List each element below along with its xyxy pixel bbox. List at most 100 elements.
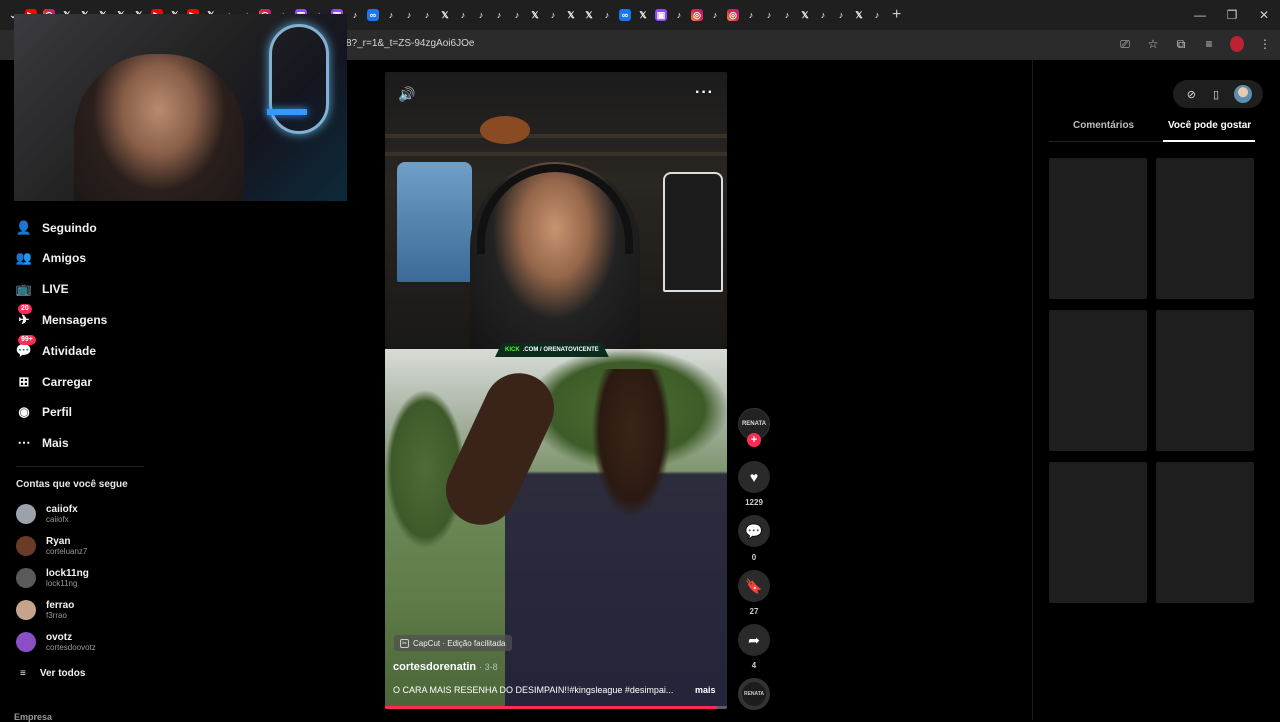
browser-tab[interactable]: ♪ [346, 5, 364, 25]
save-button[interactable]: 🔖 [738, 570, 770, 602]
bookmark-star-icon[interactable]: ☆ [1146, 36, 1160, 52]
browser-tab[interactable]: 𝕏 [634, 5, 652, 25]
sidebar-item-amigos[interactable]: 👥 Amigos [16, 248, 86, 268]
browser-tab[interactable]: ♪ [742, 5, 760, 25]
extensions-icon[interactable]: ⧉ [1174, 36, 1188, 52]
browser-tab[interactable]: 𝕏 [796, 5, 814, 25]
browser-tab[interactable]: ♪ [472, 5, 490, 25]
browser-tab[interactable]: 𝕏 [580, 5, 598, 25]
followed-account[interactable]: Ryan corteluanz7 [16, 533, 87, 559]
friends-icon: 👥 [15, 250, 33, 265]
browser-tab[interactable]: ▣ [652, 5, 670, 25]
video-author[interactable]: cortesdorenatin · 3-8 [393, 661, 498, 673]
browser-tab[interactable]: ♪ [454, 5, 472, 25]
suggested-video-thumbnail[interactable] [1049, 462, 1147, 603]
sidebar-item-seguindo[interactable]: 👤 Seguindo [16, 218, 97, 238]
browser-tab[interactable]: 𝕏 [436, 5, 454, 25]
sidebar-item-live[interactable]: 📺 LIVE [16, 279, 69, 299]
upload-icon: ⊞ [18, 374, 30, 389]
share-count: 4 [751, 661, 757, 670]
sidebar-item-mensagens[interactable]: ✈ 20 Mensagens [16, 304, 107, 330]
avatar [16, 536, 36, 556]
capcut-badge[interactable]: ✂ CapCut · Edição facilitada [394, 635, 512, 651]
right-panel-tabs: Comentários Você pode gostar [1049, 120, 1255, 142]
media-control-icon[interactable]: ≡ [1202, 36, 1216, 52]
webcam-overlay [14, 14, 347, 201]
new-tab-button[interactable]: + [892, 6, 901, 24]
sidebar-item-label: Carregar [42, 375, 93, 389]
browser-tab[interactable]: ◎ [724, 5, 742, 25]
browser-tab[interactable]: ♪ [382, 5, 400, 25]
comment-button[interactable]: 💬 [738, 515, 770, 547]
more-options-icon[interactable]: ··· [695, 84, 714, 102]
url-text[interactable]: 8?_r=1&_t=ZS-94zgAoi6JOe [346, 38, 474, 49]
browser-tab[interactable]: ♪ [490, 5, 508, 25]
browser-tab[interactable]: 𝕏 [850, 5, 868, 25]
restore-button[interactable]: ❐ [1216, 0, 1248, 30]
followed-account[interactable]: ferrao f3rrao [16, 597, 74, 623]
browser-tab[interactable]: ♪ [868, 5, 886, 25]
music-disc[interactable]: RENATA [738, 678, 770, 710]
browser-tab[interactable]: 𝕏 [526, 5, 544, 25]
browser-tab[interactable]: 𝕏 [562, 5, 580, 25]
account-name: ferrao [46, 599, 75, 611]
tab-comments[interactable]: Comentários [1073, 120, 1134, 131]
list-icon: ≡ [20, 668, 26, 679]
browser-tab[interactable]: ♪ [814, 5, 832, 25]
suggested-video-thumbnail[interactable] [1156, 310, 1254, 451]
profile-icon: ◉ [18, 404, 30, 419]
browser-tab[interactable]: ♪ [670, 5, 688, 25]
browser-menu-icon[interactable]: ⋮ [1258, 36, 1272, 52]
suggested-video-thumbnail[interactable] [1049, 310, 1147, 451]
followed-account[interactable]: caiiofx caiiofx [16, 501, 78, 527]
share-button[interactable]: ➦ [738, 624, 770, 656]
cast-icon[interactable]: ⎚ [1118, 36, 1132, 52]
sidebar-item-mais[interactable]: ⋯ Mais [16, 433, 69, 453]
browser-tab[interactable]: ♪ [778, 5, 796, 25]
suggested-video-thumbnail[interactable] [1156, 462, 1254, 603]
close-window-button[interactable]: ✕ [1248, 0, 1280, 30]
follow-button[interactable]: + [747, 433, 761, 447]
browser-tab[interactable]: ♪ [760, 5, 778, 25]
followed-account[interactable]: ovotz cortesdoovotz [16, 629, 96, 655]
post-date: · 3-8 [479, 662, 498, 672]
see-all-link[interactable]: ≡ Ver todos [20, 668, 85, 679]
x-icon: 𝕏 [639, 9, 647, 20]
suggested-video-thumbnail[interactable] [1049, 158, 1147, 299]
sidebar-item-perfil[interactable]: ◉ Perfil [16, 402, 72, 422]
browser-tab[interactable]: ♪ [400, 5, 418, 25]
browser-tab[interactable]: ♪ [508, 5, 526, 25]
sidebar-item-label: Seguindo [42, 221, 97, 235]
followed-account[interactable]: lock11ng lock11ng [16, 565, 89, 591]
activity-icon: 💬 99+ [16, 335, 36, 359]
sidebar-item-carregar[interactable]: ⊞ Carregar [16, 372, 92, 392]
browser-tab[interactable]: ♪ [598, 5, 616, 25]
explore-icon[interactable]: ⊘ [1184, 87, 1198, 101]
browser-tab[interactable]: ♪ [544, 5, 562, 25]
capcut-icon: ✂ [400, 638, 409, 648]
phone-icon[interactable]: ▯ [1209, 87, 1223, 101]
video-progress-bar[interactable] [385, 706, 727, 709]
footer-company-link[interactable]: Empresa [14, 712, 52, 722]
browser-tab[interactable]: ♪ [706, 5, 724, 25]
browser-profile-avatar[interactable] [1230, 36, 1244, 52]
user-avatar[interactable] [1233, 85, 1252, 103]
browser-tab[interactable]: ♪ [832, 5, 850, 25]
sidebar-item-atividade[interactable]: 💬 99+ Atividade [16, 335, 96, 361]
browser-tab[interactable]: ∞ [616, 5, 634, 25]
like-count: 1229 [745, 498, 763, 507]
video-player[interactable]: KICK .COM / ORENATOVICENTE 🔊 ··· ✂ CapCut… [385, 72, 727, 709]
browser-tab[interactable]: ◎ [688, 5, 706, 25]
browser-tab[interactable]: ♪ [418, 5, 436, 25]
suggested-video-thumbnail[interactable] [1156, 158, 1254, 299]
browser-tab[interactable]: ∞ [364, 5, 382, 25]
caption-more-button[interactable]: mais [695, 685, 716, 695]
tab-suggested[interactable]: Você pode gostar [1168, 120, 1251, 131]
x-icon: 𝕏 [531, 9, 539, 20]
minimize-button[interactable]: — [1184, 0, 1216, 30]
volume-icon[interactable]: 🔊 [398, 86, 416, 102]
x-icon: 𝕏 [855, 9, 863, 20]
account-username: lock11ng [46, 578, 78, 588]
tiktok-icon: ♪ [514, 10, 520, 20]
like-button[interactable]: ♥ [738, 461, 770, 493]
